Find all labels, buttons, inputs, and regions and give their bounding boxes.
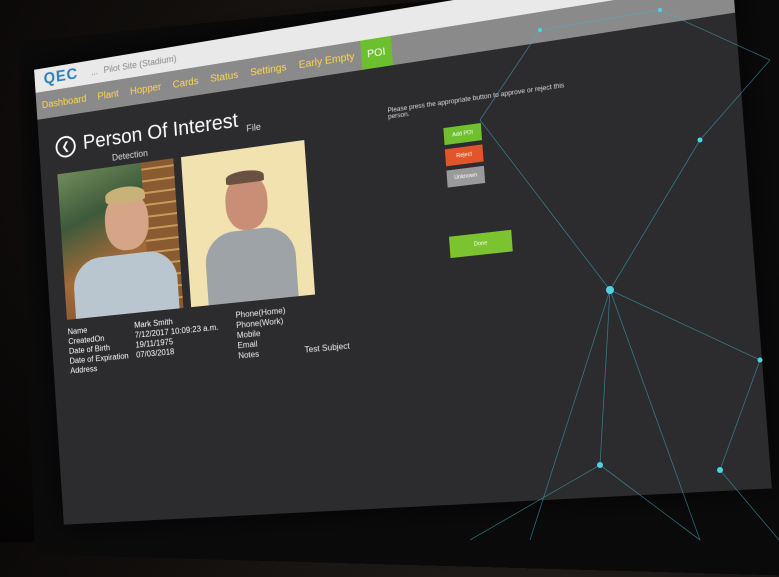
contact-details: Phone(Home) Phone(Work) Mobile Email Not… [235,300,350,362]
detection-photo [57,158,183,320]
site-label: ... [91,66,99,77]
action-panel: Please press the appropriate button to a… [387,79,600,267]
back-arrow-icon[interactable]: ❮ [55,134,76,158]
file-label: File [246,121,261,133]
app-logo: QEC [43,66,78,89]
app-screen: QEC ... Pilot Site (Stadium) Dashboard P… [34,0,772,525]
detection-label: Detection [112,148,148,163]
done-button[interactable]: Done [449,230,513,258]
shirt [72,248,180,319]
shirt [204,224,299,307]
unknown-button[interactable]: Unknown [446,166,485,188]
file-photo [181,140,315,307]
reject-button[interactable]: Reject [445,144,484,166]
person-details: Name Mark Smith CreatedOn 7/12/2017 10:0… [67,313,220,377]
add-poi-button[interactable]: Add POI [443,123,482,145]
